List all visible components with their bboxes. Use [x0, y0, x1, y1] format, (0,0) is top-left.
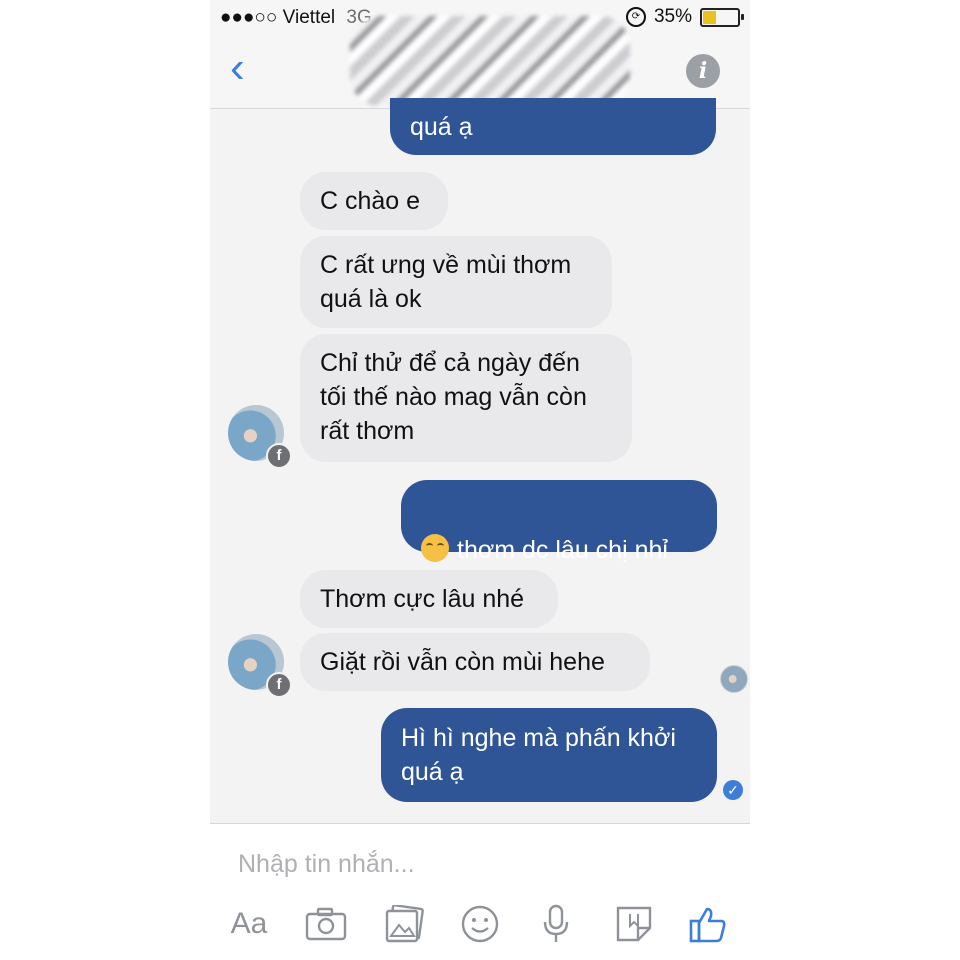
message-text: thơm dc lâu chị nhỉ [457, 536, 668, 564]
message-bubble-incoming[interactable]: C chào e [300, 172, 448, 230]
message-bubble-outgoing[interactable]: quá ạ [390, 98, 716, 155]
blurred-contact-name [350, 16, 630, 106]
carrier-name: Viettel [282, 7, 336, 28]
message-bubble-incoming[interactable]: Giặt rồi vẫn còn mùi hehe [300, 633, 650, 691]
sticker-icon[interactable] [610, 902, 658, 946]
message-bubble-incoming[interactable]: C rất ưng về mùi thơm quá là ok [300, 236, 612, 328]
chevron-left-icon[interactable]: ‹ [230, 46, 245, 90]
signal-strength: ●●●○○ [220, 7, 278, 28]
message-composer: Aa [210, 824, 750, 960]
status-right: ⟳ 35% [625, 6, 744, 28]
message-input[interactable] [236, 842, 720, 886]
carrier-info: ●●●○○ Viettel 3G [220, 7, 372, 29]
like-icon[interactable] [682, 902, 734, 946]
facebook-badge-icon: f [266, 672, 292, 698]
info-icon[interactable]: i [686, 54, 720, 88]
seen-avatar-icon [720, 665, 748, 693]
battery-fill [703, 10, 716, 24]
battery-percent: 35% [653, 6, 692, 27]
smiling-face-icon [421, 534, 449, 562]
text-format-icon[interactable]: Aa [226, 902, 272, 946]
microphone-icon[interactable] [532, 902, 580, 946]
emoji-icon[interactable] [456, 902, 504, 946]
message-thread: quá ạ C chào e C rất ưng về mùi thơm quá… [210, 98, 750, 823]
message-bubble-outgoing[interactable]: thơm dc lâu chị nhỉ [401, 480, 717, 564]
facebook-badge-icon: f [266, 443, 292, 469]
gallery-icon[interactable] [380, 902, 428, 946]
message-bubble-incoming[interactable]: Chỉ thử để cả ngày đến tối thế nào mag v… [300, 334, 632, 462]
message-bubble-outgoing[interactable]: Hì hì nghe mà phấn khởi quá ạ [381, 708, 717, 802]
rotation-lock-icon: ⟳ [625, 7, 646, 27]
camera-icon[interactable] [302, 902, 350, 946]
battery-icon [700, 7, 744, 27]
delivered-check-icon: ✓ [723, 780, 743, 800]
composer-toolbar: Aa [210, 902, 750, 948]
message-bubble-incoming[interactable]: Thơm cực lâu nhé [300, 570, 558, 628]
messenger-screen: ●●●○○ Viettel 3G ⟳ 35% ‹ i quá ạ C chào … [210, 0, 750, 960]
